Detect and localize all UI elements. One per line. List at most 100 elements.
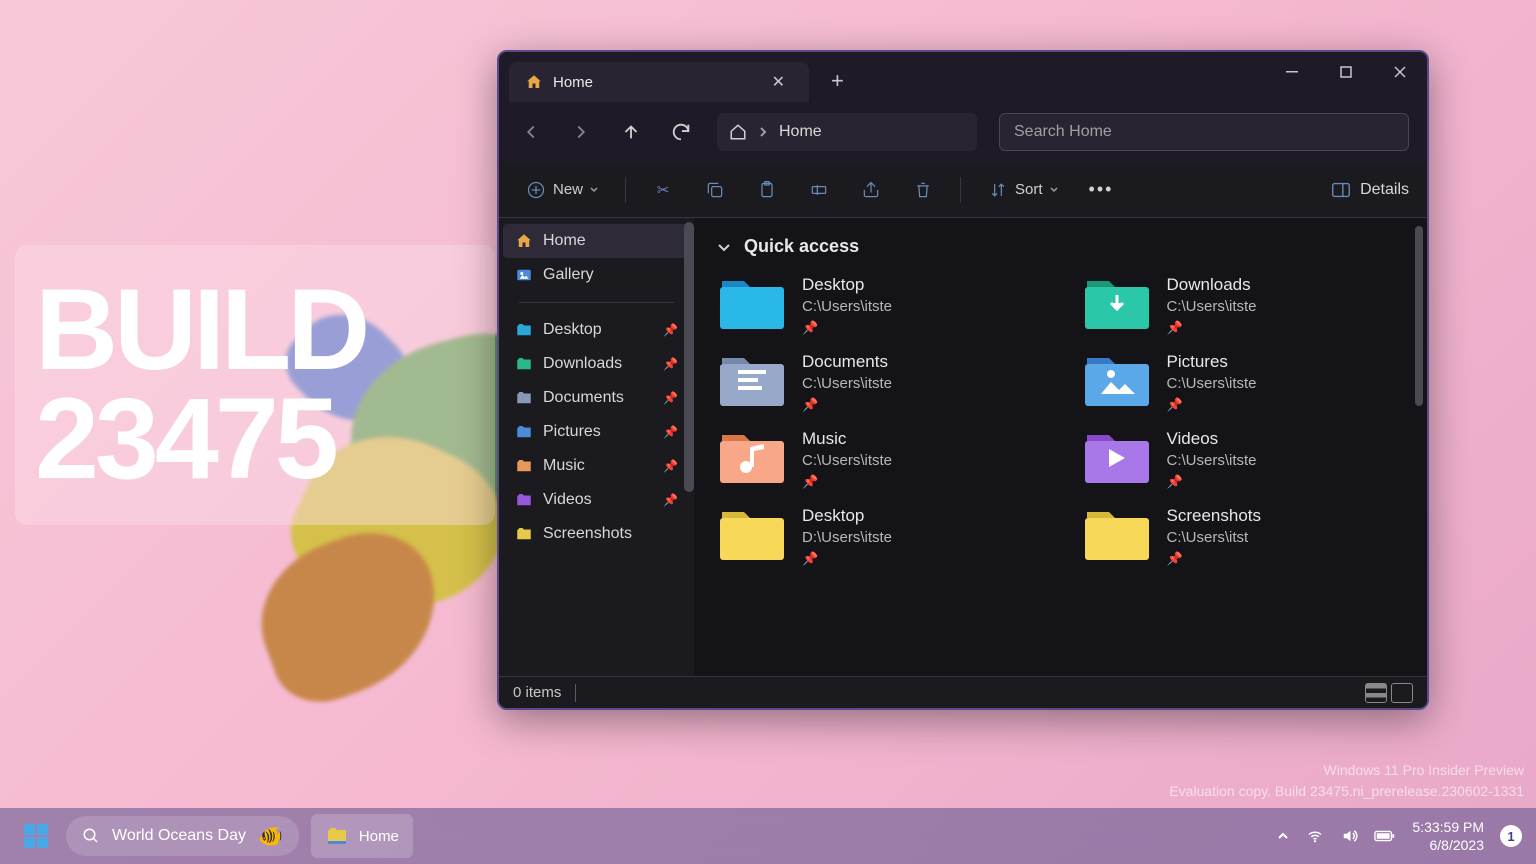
rename-button[interactable] <box>800 173 838 207</box>
item-path: C:\Users\itste <box>802 452 892 469</box>
refresh-button[interactable] <box>667 118 695 146</box>
status-bar: 0 items <box>499 676 1427 708</box>
sidebar-item-music[interactable]: Music 📌 <box>503 449 690 483</box>
list-view-button[interactable] <box>1365 683 1387 703</box>
maximize-button[interactable] <box>1319 58 1373 96</box>
pin-icon: 📌 <box>663 493 678 507</box>
item-path: C:\Users\itste <box>1167 298 1257 315</box>
quick-access-header[interactable]: Quick access <box>716 236 1405 257</box>
item-name: Desktop <box>802 506 892 526</box>
folder-icon <box>716 352 788 410</box>
details-view-button[interactable] <box>1391 683 1413 703</box>
share-button[interactable] <box>852 173 890 207</box>
desktop-watermark: Windows 11 Pro Insider Preview Evaluatio… <box>1169 760 1524 802</box>
folder-icon <box>515 457 533 475</box>
item-count: 0 items <box>513 684 561 701</box>
sort-button[interactable]: Sort <box>979 173 1067 207</box>
plus-circle-icon <box>525 179 547 201</box>
item-name: Videos <box>1167 429 1257 449</box>
wifi-icon[interactable] <box>1306 827 1324 845</box>
forward-button[interactable] <box>567 118 595 146</box>
chevron-right-icon <box>757 126 769 138</box>
sidebar-item-videos[interactable]: Videos 📌 <box>503 483 690 517</box>
tray-overflow-icon[interactable] <box>1276 829 1290 843</box>
address-location: Home <box>779 123 822 141</box>
home-icon <box>525 73 543 91</box>
item-path: C:\Users\itste <box>1167 375 1257 392</box>
folder-icon <box>716 506 788 564</box>
new-tab-button[interactable]: + <box>821 64 854 98</box>
gallery-icon <box>515 266 533 284</box>
home-icon <box>729 123 747 141</box>
chevron-down-icon <box>1049 185 1059 195</box>
taskbar-app-explorer[interactable]: Home <box>311 814 413 858</box>
quick-access-item[interactable]: Desktop C:\Users\itste 📌 <box>716 275 1041 336</box>
pin-icon: 📌 <box>802 551 892 567</box>
chevron-down-icon <box>589 185 599 195</box>
taskbar-search[interactable]: World Oceans Day 🐠 <box>66 816 299 856</box>
copy-icon <box>704 179 726 201</box>
windows-icon <box>22 822 50 850</box>
clipboard-icon <box>756 179 778 201</box>
quick-access-item[interactable]: Documents C:\Users\itste 📌 <box>716 352 1041 413</box>
pin-icon: 📌 <box>663 323 678 337</box>
folder-icon <box>515 525 533 543</box>
command-bar: New ✂ Sort ••• Details <box>499 162 1427 218</box>
quick-access-item[interactable]: Videos C:\Users\itste 📌 <box>1081 429 1406 490</box>
delete-button[interactable] <box>904 173 942 207</box>
start-button[interactable] <box>14 814 58 858</box>
folder-icon <box>515 491 533 509</box>
sidebar-item-screenshots[interactable]: Screenshots <box>503 517 690 551</box>
sidebar-item-desktop[interactable]: Desktop 📌 <box>503 313 690 347</box>
build-overlay: BUILD 23475 <box>15 245 495 525</box>
minimize-button[interactable] <box>1265 58 1319 96</box>
folder-icon <box>716 429 788 487</box>
titlebar[interactable]: Home ✕ + <box>499 52 1427 102</box>
search-input[interactable]: Search Home <box>999 113 1409 151</box>
quick-access-item[interactable]: Music C:\Users\itste 📌 <box>716 429 1041 490</box>
address-bar[interactable]: Home <box>717 113 977 151</box>
folder-icon <box>1081 352 1153 410</box>
sidebar-item-home[interactable]: Home <box>503 224 690 258</box>
new-button[interactable]: New <box>517 173 607 207</box>
content-scrollbar[interactable] <box>1415 226 1423 406</box>
sidebar-scrollbar[interactable] <box>684 222 694 492</box>
ellipsis-icon: ••• <box>1089 179 1114 200</box>
tab-close-button[interactable]: ✕ <box>764 68 793 96</box>
tab-home[interactable]: Home ✕ <box>509 62 809 102</box>
item-name: Documents <box>802 352 892 372</box>
sidebar-item-documents[interactable]: Documents 📌 <box>503 381 690 415</box>
sidebar-item-pictures[interactable]: Pictures 📌 <box>503 415 690 449</box>
explorer-icon <box>325 824 349 848</box>
up-button[interactable] <box>617 118 645 146</box>
close-button[interactable] <box>1373 58 1427 96</box>
quick-access-item[interactable]: Downloads C:\Users\itste 📌 <box>1081 275 1406 336</box>
more-button[interactable]: ••• <box>1081 173 1122 206</box>
paste-button[interactable] <box>748 173 786 207</box>
pin-icon: 📌 <box>1167 320 1257 336</box>
pin-icon: 📌 <box>802 320 892 336</box>
quick-access-item[interactable]: Screenshots C:\Users\itst 📌 <box>1081 506 1406 567</box>
taskbar: World Oceans Day 🐠 Home 5:33:59 PM 6/8/2… <box>0 808 1536 864</box>
taskbar-clock[interactable]: 5:33:59 PM 6/8/2023 <box>1412 818 1484 854</box>
volume-icon[interactable] <box>1340 827 1358 845</box>
item-path: C:\Users\itst <box>1167 529 1262 546</box>
cut-button[interactable]: ✂ <box>644 173 682 207</box>
item-path: C:\Users\itste <box>802 298 892 315</box>
quick-access-item[interactable]: Desktop D:\Users\itste 📌 <box>716 506 1041 567</box>
back-button[interactable] <box>517 118 545 146</box>
pin-icon: 📌 <box>1167 551 1262 567</box>
quick-access-item[interactable]: Pictures C:\Users\itste 📌 <box>1081 352 1406 413</box>
build-text-line2: 23475 <box>35 385 495 494</box>
notification-badge[interactable]: 1 <box>1500 825 1522 847</box>
details-toggle[interactable]: Details <box>1330 179 1409 201</box>
folder-icon <box>1081 429 1153 487</box>
folder-icon <box>515 389 533 407</box>
copy-button[interactable] <box>696 173 734 207</box>
sidebar-item-downloads[interactable]: Downloads 📌 <box>503 347 690 381</box>
battery-icon[interactable] <box>1374 829 1396 843</box>
sort-icon <box>987 179 1009 201</box>
item-path: C:\Users\itste <box>802 375 892 392</box>
sidebar-item-gallery[interactable]: Gallery <box>503 258 690 292</box>
item-path: C:\Users\itste <box>1167 452 1257 469</box>
